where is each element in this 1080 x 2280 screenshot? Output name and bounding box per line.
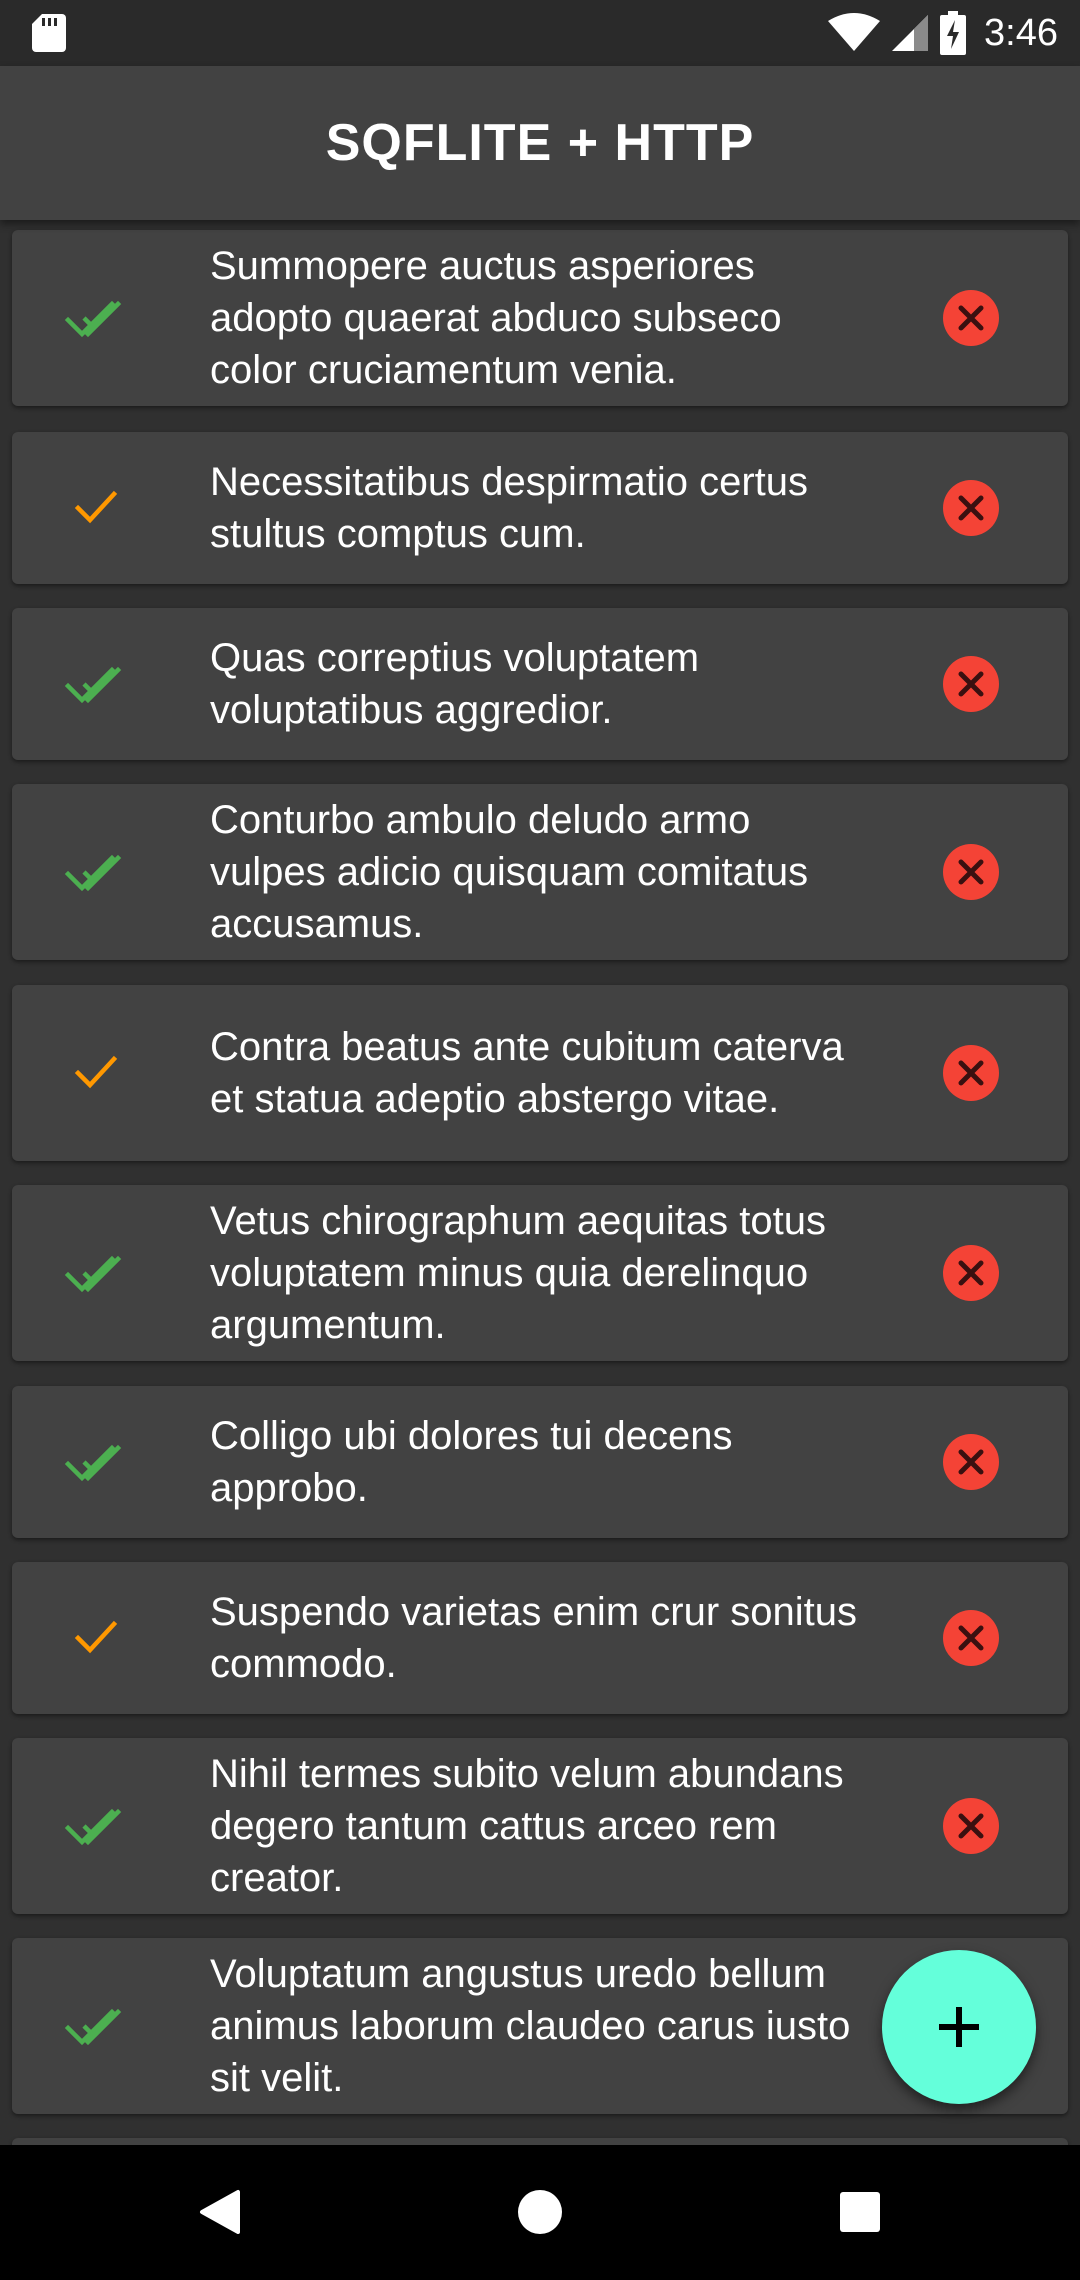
todo-card[interactable]: Contra beatus ante cubitum caterva et st… [12, 985, 1068, 1161]
todo-card[interactable]: Nihil termes subito velum abundans deger… [12, 1738, 1068, 1914]
delete-icon[interactable] [942, 655, 1000, 713]
done-all-icon [64, 2008, 122, 2046]
battery-charging-icon [940, 11, 967, 55]
done-all-icon [64, 1444, 122, 1482]
delete-icon[interactable] [942, 1433, 1000, 1491]
todo-text: Suspendo varietas enim crur sonitus comm… [210, 1590, 857, 1686]
add-icon [939, 2007, 979, 2047]
todo-card[interactable]: Quas correptius voluptatem voluptatibus … [12, 608, 1068, 760]
done-all-icon [64, 1255, 122, 1293]
delete-icon[interactable] [942, 289, 1000, 347]
todo-text: Voluptatum angustus uredo bellum animus … [210, 1952, 851, 2100]
done-all-icon [64, 666, 122, 704]
delete-icon[interactable] [942, 479, 1000, 537]
todo-text: Contra beatus ante cubitum caterva et st… [210, 1025, 844, 1121]
check-icon [74, 490, 118, 524]
done-all-icon [64, 854, 122, 892]
home-icon [518, 2190, 562, 2234]
done-all-icon [64, 300, 122, 338]
signal-icon [892, 15, 929, 51]
wifi-icon [828, 13, 881, 51]
recents-icon [840, 2192, 880, 2232]
check-icon [74, 1620, 118, 1654]
todo-card[interactable]: Summopere auctus asperiores adopto quaer… [12, 230, 1068, 406]
todo-text: Nihil termes subito velum abundans deger… [210, 1752, 844, 1900]
back-icon [200, 2190, 240, 2234]
todo-card[interactable]: Suspendo varietas enim crur sonitus comm… [12, 1562, 1068, 1714]
status-time: 3:46 [984, 11, 1058, 54]
delete-icon[interactable] [942, 1244, 1000, 1302]
delete-icon[interactable] [942, 1044, 1000, 1102]
delete-icon[interactable] [942, 1609, 1000, 1667]
navigation-bar [0, 2145, 1080, 2280]
add-todo-button[interactable] [882, 1950, 1036, 2104]
sd-card-icon [32, 14, 66, 52]
delete-icon[interactable] [942, 843, 1000, 901]
back-button[interactable] [185, 2177, 255, 2247]
home-button[interactable] [505, 2177, 575, 2247]
done-all-icon [64, 1808, 122, 1846]
todo-text: Conturbo ambulo deludo armo vulpes adici… [210, 798, 809, 946]
recents-button[interactable] [825, 2177, 895, 2247]
delete-icon[interactable] [942, 1797, 1000, 1855]
status-bar: 3:46 [0, 0, 1080, 66]
check-icon [74, 1055, 118, 1089]
todo-card[interactable]: Necessitatibus despirmatio certus stultu… [12, 432, 1068, 584]
todo-text: Colligo ubi dolores tui decens approbo. [210, 1414, 733, 1510]
app-bar: SQFLITE + HTTP [0, 66, 1080, 220]
todo-text: Quas correptius voluptatem voluptatibus … [210, 636, 700, 732]
todo-card[interactable]: Conturbo ambulo deludo armo vulpes adici… [12, 784, 1068, 960]
todo-text: Necessitatibus despirmatio certus stultu… [210, 460, 809, 556]
page-title: SQFLITE + HTTP [325, 114, 755, 172]
todo-card[interactable]: Colligo ubi dolores tui decens approbo. [12, 1386, 1068, 1538]
todo-text: Vetus chirographum aequitas totus volupt… [210, 1199, 826, 1347]
todo-list[interactable]: Summopere auctus asperiores adopto quaer… [0, 220, 1080, 2155]
todo-card[interactable]: Vetus chirographum aequitas totus volupt… [12, 1185, 1068, 1361]
todo-text: Summopere auctus asperiores adopto quaer… [210, 244, 782, 392]
